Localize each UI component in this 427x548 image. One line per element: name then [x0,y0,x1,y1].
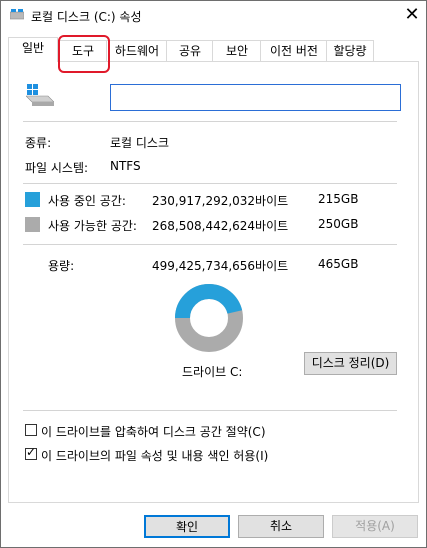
divider [23,244,397,245]
tab-sharing[interactable]: 공유 [166,40,214,61]
ok-button[interactable]: 확인 [144,515,230,538]
type-value: 로컬 디스크 [110,136,170,150]
filesystem-label: 파일 시스템: [25,161,89,175]
type-label: 종류: [25,136,52,150]
drive-icon [26,84,54,106]
free-space-bytes: 268,508,442,624바이트 [152,219,289,233]
disk-cleanup-button[interactable]: 디스크 정리(D) [304,352,397,375]
capacity-label: 용량: [48,259,75,273]
index-checkbox[interactable] [25,445,37,460]
compress-checkbox[interactable] [25,424,37,436]
used-space-swatch [25,192,40,207]
compress-label: 이 드라이브를 압축하여 디스크 공간 절약(C) [41,425,266,439]
index-label: 이 드라이브의 파일 속성 및 내용 색인 허용(I) [41,449,269,463]
filesystem-value: NTFS [110,159,141,173]
drive-name-input[interactable] [110,84,401,111]
used-space-bytes: 230,917,292,032바이트 [152,194,289,208]
free-space-swatch [25,217,40,232]
divider [23,121,397,122]
used-space-gb: 215GB [318,192,359,206]
window-title: 로컬 디스크 (C:) 속성 [31,10,142,24]
used-space-label: 사용 중인 공간: [48,194,126,208]
close-icon[interactable]: ✕ [399,2,425,28]
tab-security[interactable]: 보안 [212,40,262,61]
tab-hardware[interactable]: 하드웨어 [106,40,168,61]
usage-donut-chart [175,284,243,352]
free-space-label: 사용 가능한 공간: [48,219,137,233]
free-space-gb: 250GB [318,217,359,231]
divider [23,410,397,411]
capacity-bytes: 499,425,734,656바이트 [152,259,289,273]
drive-letter-label: 드라이브 C: [182,365,243,379]
tab-quota[interactable]: 할당량 [326,40,374,61]
tab-general[interactable]: 일반 [8,37,58,62]
capacity-gb: 465GB [318,257,359,271]
drive-icon [10,9,24,20]
cancel-button[interactable]: 취소 [238,515,324,538]
tab-previous-versions[interactable]: 이전 버전 [260,40,328,61]
apply-button[interactable]: 적용(A) [332,515,418,538]
divider [23,183,397,184]
tools-tab-highlight [58,35,110,73]
